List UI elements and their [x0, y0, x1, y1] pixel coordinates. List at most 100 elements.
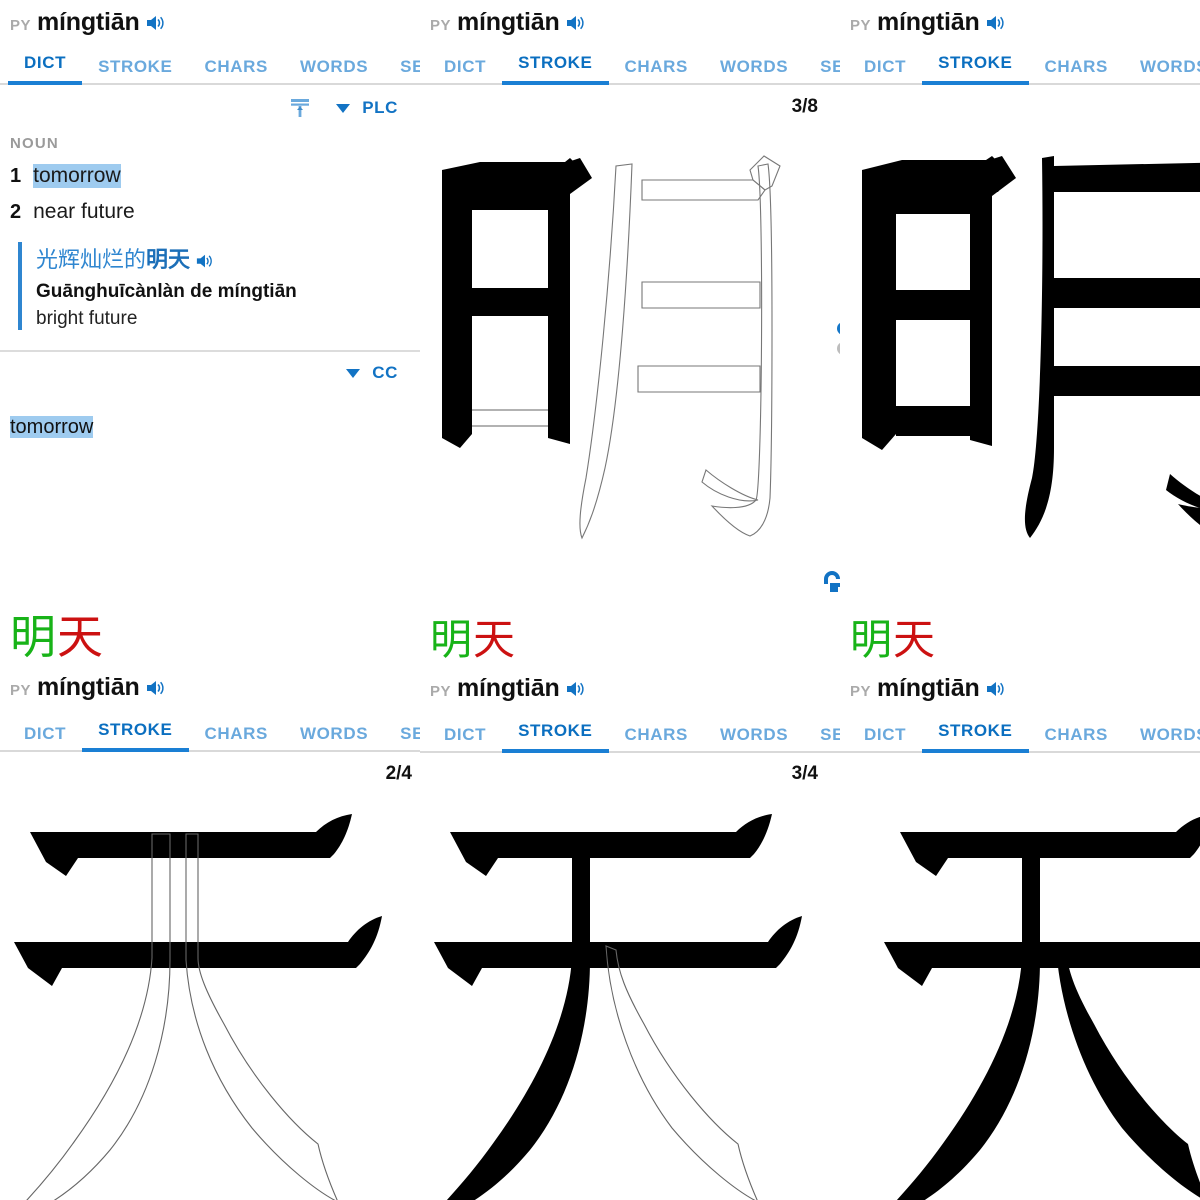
panel-stroke-tian-2of4: 明天 PY míngtiān DICT STROKE CHARS WORDS S…	[0, 595, 420, 1200]
dict-source-plc-button[interactable]: PLC	[336, 98, 398, 118]
tab-chars[interactable]: CHARS	[189, 724, 284, 752]
dict-source-cc-button[interactable]: CC	[346, 363, 398, 383]
headword-char-2: 天	[893, 616, 937, 663]
tab-chars[interactable]: CHARS	[609, 57, 704, 85]
tab-stroke[interactable]: STROKE	[82, 57, 188, 85]
tab-dict[interactable]: DICT	[848, 57, 922, 85]
screenshot-grid: PY míngtiān DICT STROKE CHARS WORDS SENT…	[0, 0, 1200, 1200]
headword-char-2: 天	[473, 616, 517, 663]
speaker-icon[interactable]	[986, 14, 1006, 32]
dict-source-cc-label: CC	[372, 363, 398, 382]
tab-sents[interactable]: SENTS	[384, 57, 420, 85]
sense-text[interactable]: near future	[33, 200, 135, 224]
stroke-counter: 2/4	[385, 763, 412, 784]
tab-stroke[interactable]: STROKE	[502, 721, 609, 754]
pinyin-table-icon[interactable]	[290, 98, 310, 118]
panel-stroke-tian-3of4: 明天 PY míngtiān DICT STROKE CHARS WORDS S…	[420, 595, 840, 1200]
caret-down-icon	[336, 103, 351, 113]
tab-bar: DICT STROKE CHARS WORDS SENTS	[0, 47, 420, 85]
headword-char-1: 明	[430, 616, 474, 663]
tab-bar: DICT STROKE CHARS WORDS	[840, 47, 1200, 85]
tab-stroke[interactable]: STROKE	[82, 720, 189, 752]
tab-dict[interactable]: DICT	[428, 57, 502, 85]
stroke-canvas[interactable]	[420, 148, 840, 548]
tab-sents[interactable]: SENTS	[384, 724, 420, 752]
pinyin-header: PY míngtiān	[0, 673, 420, 702]
sense-number: 2	[10, 201, 22, 223]
pinyin-text: míngtiān	[877, 8, 980, 36]
pinyin-header: PY míngtiān	[840, 674, 1200, 703]
tab-chars[interactable]: CHARS	[189, 57, 284, 85]
part-of-speech: NOUN	[10, 135, 59, 152]
py-label: PY	[850, 683, 872, 701]
headword: 明天	[840, 617, 1200, 662]
headword: 明天	[420, 617, 840, 662]
pinyin-text: míngtiān	[877, 674, 980, 703]
speaker-icon[interactable]	[986, 680, 1006, 698]
tab-bar: DICT STROKE CHARS WORDS SENTS	[0, 714, 420, 752]
panel-dict: PY míngtiān DICT STROKE CHARS WORDS SENT…	[0, 0, 420, 595]
py-label: PY	[10, 17, 32, 34]
dict-source-plc-label: PLC	[362, 98, 398, 117]
tab-sents[interactable]: SENTS	[804, 725, 840, 753]
stroke-canvas[interactable]	[420, 810, 840, 1200]
sense-item-2: 2 near future	[0, 200, 420, 224]
tab-words[interactable]: WORDS	[284, 57, 384, 85]
pinyin-header: PY míngtiān	[420, 8, 840, 37]
tab-words[interactable]: WORDS	[704, 57, 804, 85]
stroke-canvas[interactable]	[0, 810, 420, 1200]
cc-definition-text[interactable]: tomorrow	[10, 416, 94, 438]
speaker-icon[interactable]	[146, 679, 166, 697]
tab-chars[interactable]: CHARS	[1029, 725, 1124, 753]
stroke-canvas[interactable]	[840, 148, 1200, 548]
pinyin-text: míngtiān	[457, 674, 560, 703]
stroke-outline-group	[26, 833, 338, 1200]
sense-item-1: 1 tomorrow	[0, 164, 420, 188]
example-chinese-headword: 明天	[146, 247, 191, 272]
example-chinese-prefix: 光辉灿烂的	[36, 247, 147, 272]
sense-text[interactable]: tomorrow	[33, 164, 121, 188]
tab-dict[interactable]: DICT	[8, 724, 82, 752]
panel-stroke-tian-complete: 明天 PY míngtiān DICT STROKE CHARS WORDS	[840, 595, 1200, 1200]
speaker-icon[interactable]	[566, 14, 586, 32]
tab-dict[interactable]: DICT	[8, 53, 83, 85]
tab-chars[interactable]: CHARS	[609, 725, 704, 753]
tab-stroke[interactable]: STROKE	[502, 53, 609, 85]
speaker-icon[interactable]	[566, 680, 586, 698]
sense-number: 1	[10, 165, 22, 187]
pinyin-header: PY míngtiān	[420, 674, 840, 703]
headword-char-2: 天	[57, 611, 104, 663]
cc-toolbar: CC	[0, 352, 420, 394]
tab-words[interactable]: WORDS	[1124, 725, 1200, 753]
pinyin-text: míngtiān	[37, 8, 140, 36]
tab-sents[interactable]: SENTS	[804, 57, 840, 85]
stroke-filled-group	[442, 158, 592, 448]
stroke-counter: 3/8	[791, 96, 818, 117]
tab-words[interactable]: WORDS	[1124, 57, 1200, 85]
unlock-icon[interactable]	[820, 570, 840, 595]
py-label: PY	[850, 17, 872, 34]
tab-words[interactable]: WORDS	[704, 725, 804, 753]
tab-dict[interactable]: DICT	[848, 725, 922, 753]
stroke-canvas[interactable]	[840, 810, 1200, 1200]
speaker-icon[interactable]	[146, 14, 166, 32]
pinyin-text: míngtiān	[37, 672, 140, 701]
headword-char-1: 明	[850, 616, 894, 663]
py-label: PY	[430, 683, 452, 701]
panel-stroke-ming-complete: PY míngtiān DICT STROKE CHARS WORDS	[840, 0, 1200, 595]
caret-down-icon	[346, 368, 361, 378]
dict-toolbar: PLC	[0, 85, 420, 131]
example-english: bright future	[36, 308, 138, 329]
py-label: PY	[430, 17, 452, 34]
example-chinese[interactable]: 光辉灿烂的明天	[36, 242, 420, 274]
tab-stroke[interactable]: STROKE	[922, 721, 1029, 754]
tab-dict[interactable]: DICT	[428, 725, 502, 753]
pinyin-header: PY míngtiān	[840, 8, 1200, 37]
tab-chars[interactable]: CHARS	[1029, 57, 1124, 85]
tab-words[interactable]: WORDS	[284, 724, 384, 752]
tab-stroke[interactable]: STROKE	[922, 53, 1029, 85]
tab-bar: DICT STROKE CHARS WORDS	[840, 715, 1200, 754]
speaker-icon[interactable]	[196, 253, 214, 269]
headword-char-1: 明	[10, 611, 57, 663]
headword: 明天	[0, 611, 420, 663]
